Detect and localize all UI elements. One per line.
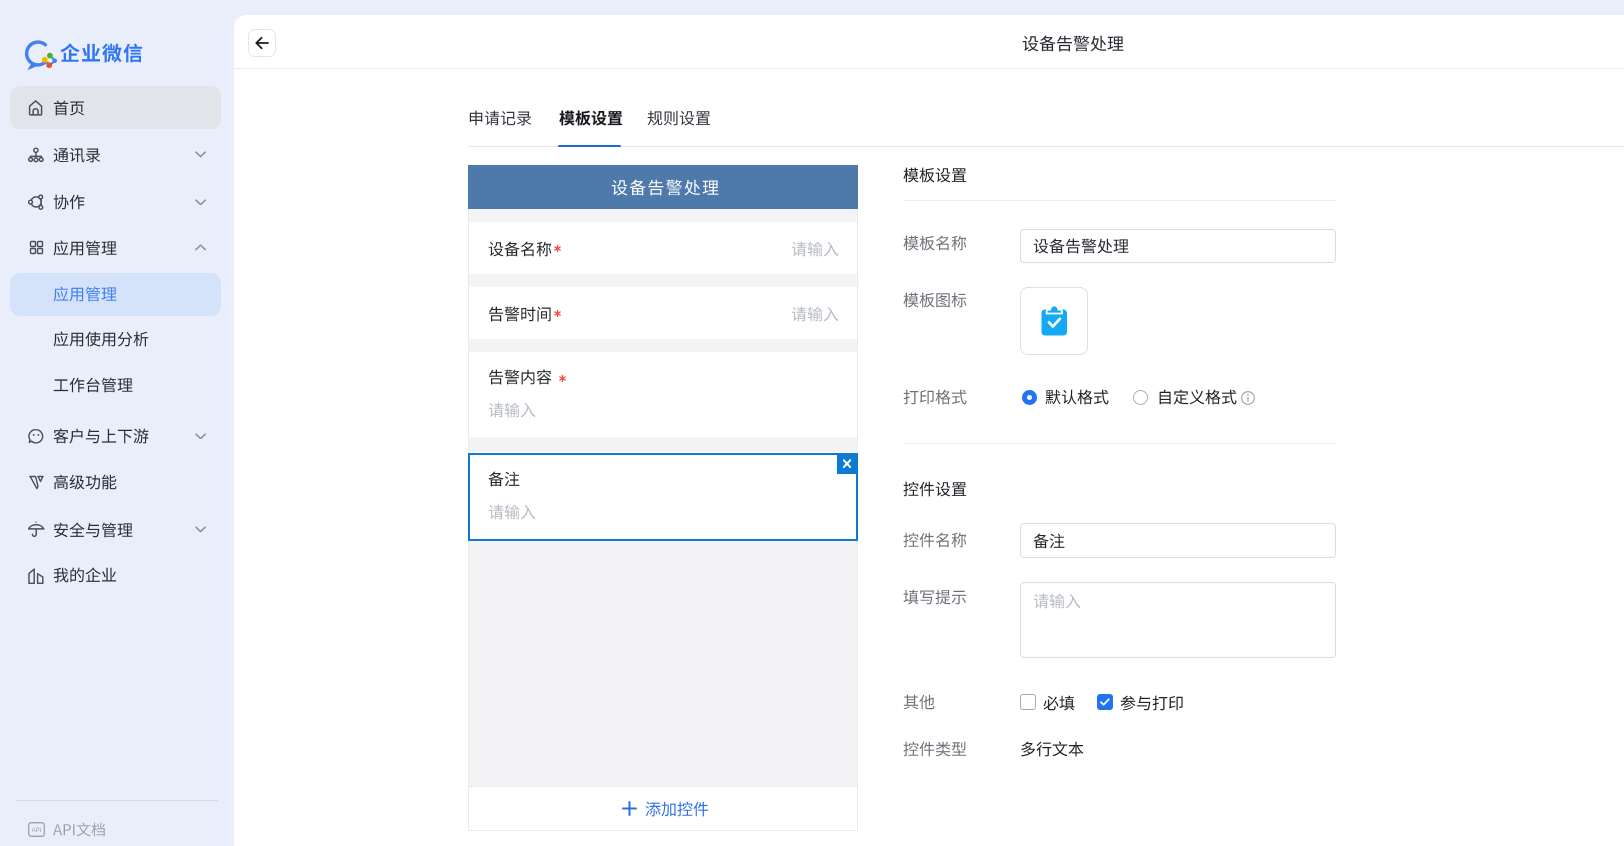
svg-text:API: API (32, 828, 42, 834)
